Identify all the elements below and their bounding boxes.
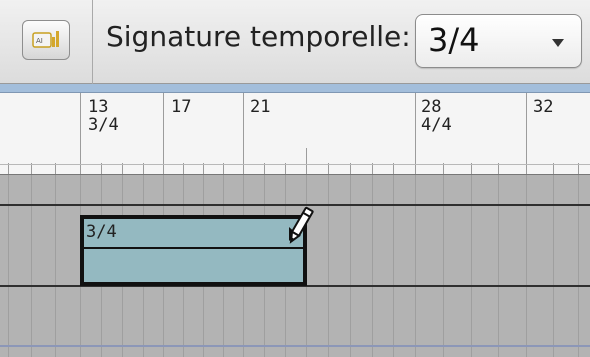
ruler-major-tick [243,93,244,175]
grid-line [526,175,527,357]
ruler-major-tick [415,93,416,175]
chevron-down-icon [552,39,564,47]
signature-label: Signature temporelle: [106,20,411,53]
svg-text:AI: AI [36,37,43,45]
ruler-major-tick [80,93,81,175]
grid-line [415,175,416,357]
signature-tool-button[interactable]: AI [22,20,70,60]
bar-number: 21 [250,97,271,117]
ruler-major-tick [526,93,527,175]
bar-ruler[interactable]: 13 3/4 17 21 28 4/4 32 [0,93,590,175]
region-label: 3/4 [86,222,117,242]
bar-marker: 13 3/4 [88,98,119,134]
grid-line [553,175,554,357]
grid-line [471,175,472,357]
track-separator-blue [0,345,590,347]
region-divider [84,247,303,249]
bar-number: 17 [171,97,192,117]
grid-line [55,175,56,357]
bar-marker: 32 [533,98,553,116]
signature-region[interactable]: 3/4 [80,215,307,286]
grid-line [8,175,9,357]
grid-line [31,175,32,357]
ruler-baseline [0,164,590,165]
bar-number: 28 [421,97,442,117]
signature-track-area[interactable]: 3/4 [0,175,590,357]
signature-select-value: 3/4 [428,21,480,59]
toolbar-separator [92,0,93,84]
ruler-beat-tick [306,148,307,175]
grid-line [350,175,351,357]
toolbar: AI Signature temporelle: 3/4 [0,0,590,84]
bar-marker: 17 [171,98,191,116]
grid-line [393,175,394,357]
grid-line [443,175,444,357]
bar-marker: 28 4/4 [421,98,452,134]
ruler-major-tick [163,93,164,175]
grid-line [578,175,579,357]
bar-signature: 3/4 [88,115,119,135]
grid-line [372,175,373,357]
signature-select[interactable]: 3/4 [415,14,582,68]
pencil-icon [285,205,315,251]
timeline-header-band [0,84,590,93]
bar-number: 32 [533,97,554,117]
grid-line [328,175,329,357]
bar-marker: 21 [250,98,270,116]
bar-number: 13 [88,97,109,117]
bar-signature: 4/4 [421,115,452,135]
grid-line [498,175,499,357]
